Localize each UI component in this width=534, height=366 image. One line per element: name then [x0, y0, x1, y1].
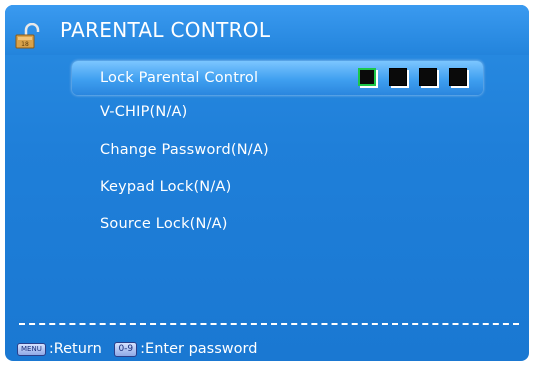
menu-key-icon: MENU [17, 342, 46, 356]
return-hint: :Return [48, 341, 102, 357]
password-digit-box-1[interactable] [358, 68, 376, 86]
menu-item-source-lock[interactable]: Source Lock(N/A) [100, 213, 228, 235]
parental-control-screen: 18 PARENTAL CONTROL Lock Parental Contro… [5, 5, 529, 361]
menu-item-lock-parental-control[interactable]: Lock Parental Control [72, 61, 483, 95]
menu-item-change-password[interactable]: Change Password(N/A) [100, 139, 269, 161]
menu-item-keypad-lock[interactable]: Keypad Lock(N/A) [100, 176, 231, 198]
menu-item-v-chip[interactable]: V-CHIP(N/A) [100, 101, 188, 123]
divider [19, 323, 519, 325]
password-digit-box-2[interactable] [389, 68, 407, 86]
menu-item-label: Lock Parental Control [100, 70, 259, 86]
menu-list: Lock Parental Control V-CHIP(N/A) Change… [5, 5, 529, 361]
password-digit-box-4[interactable] [449, 68, 467, 86]
password-digit-box-3[interactable] [419, 68, 437, 86]
number-key-icon: 0-9 [114, 341, 138, 357]
enter-password-hint: :Enter password [140, 341, 258, 357]
footer-hints: MENU:Return 0-9:Enter password [17, 341, 257, 359]
password-entry[interactable] [358, 68, 478, 88]
